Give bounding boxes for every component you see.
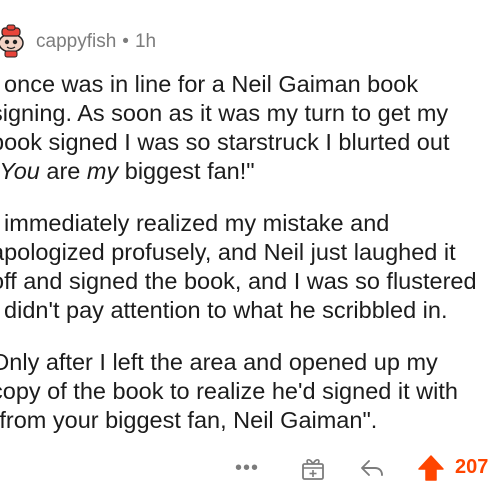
comment-line: I once was in line for a Neil Gaiman boo… — [0, 71, 419, 97]
more-options-button[interactable]: ••• — [232, 450, 262, 486]
comment-line: copy of the book to realize he'd signed … — [0, 378, 458, 404]
comment-paragraph: Only after I left the area and opened up… — [0, 348, 500, 435]
upvote-button[interactable] — [416, 453, 446, 483]
comment-age: 1h — [134, 31, 157, 52]
comment-body: I once was in line for a Neil Gaiman boo… — [0, 70, 500, 435]
avatar[interactable] — [0, 22, 30, 60]
award-button[interactable] — [299, 454, 327, 482]
comment-line: off and signed the book, and I was so fl… — [0, 268, 477, 294]
comment-header: cappyfish • 1h — [0, 22, 500, 62]
comment-paragraph: I once was in line for a Neil Gaiman boo… — [0, 70, 500, 186]
more-options-icon: ••• — [234, 456, 259, 479]
comment-actions: ••• 207 — [0, 450, 500, 486]
upvote-icon — [418, 455, 444, 481]
comment-quote-line: "You are my biggest fan!" — [0, 157, 500, 186]
author-name[interactable]: cappyfish — [36, 31, 116, 52]
comment-paragraph: I immediately realized my mistake and ap… — [0, 209, 500, 325]
award-icon — [302, 459, 324, 480]
comment-line: I didn't pay attention to what he scribb… — [0, 297, 448, 323]
vote-score: 207 — [455, 456, 489, 478]
quote-emphasis-you: You — [0, 158, 40, 184]
comment-meta: cappyfish • 1h — [36, 31, 156, 53]
snoo-avatar-icon — [0, 23, 29, 59]
meta-separator: • — [122, 31, 129, 52]
reply-button[interactable] — [358, 454, 386, 482]
comment-line: "from your biggest fan, Neil Gaiman". — [0, 407, 378, 433]
quote-mid: are — [39, 158, 87, 184]
comment-line: signing. As soon as it was my turn to ge… — [0, 100, 449, 126]
comment-line: apologized profusely, and Neil just laug… — [0, 239, 456, 265]
comment-line: Only after I left the area and opened up… — [0, 349, 438, 375]
comment-line: book signed I was so starstruck I blurte… — [0, 129, 450, 155]
quote-emphasis-my: my — [86, 158, 119, 184]
quote-rest: biggest fan!" — [118, 158, 255, 184]
comment-line: I immediately realized my mistake and — [0, 210, 390, 236]
reply-icon — [361, 460, 383, 476]
